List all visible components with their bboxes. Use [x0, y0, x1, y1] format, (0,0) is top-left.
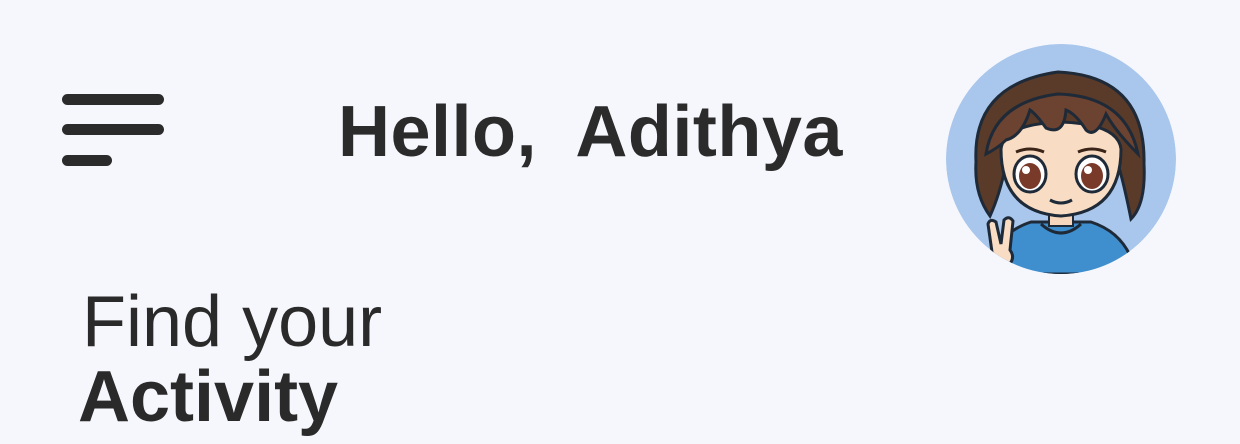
user-avatar-icon	[946, 44, 1176, 274]
user-name: Adithya	[575, 92, 843, 172]
menu-button[interactable]	[60, 92, 166, 168]
greeting-prefix: Hello,	[338, 92, 538, 172]
avatar[interactable]	[946, 44, 1176, 274]
heading-line-activity: Activity	[78, 357, 339, 437]
heading-line-find-your: Find your	[82, 282, 383, 362]
page-heading: Find your Activity	[78, 282, 778, 437]
hamburger-menu-icon	[62, 94, 164, 166]
greeting: Hello, Adithya	[338, 92, 843, 172]
